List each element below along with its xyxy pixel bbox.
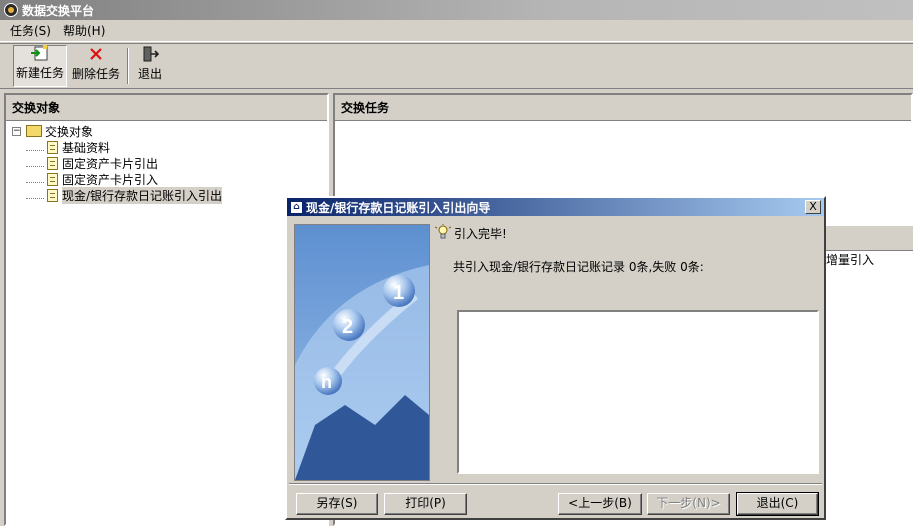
wizard-icon: ⌂ bbox=[290, 200, 303, 214]
back-button[interactable]: <上一步(B) bbox=[558, 493, 642, 515]
dialog-title-bar: ⌂ 现金/银行存款日记账引入引出向导 bbox=[287, 198, 824, 216]
svg-text:1: 1 bbox=[393, 282, 404, 304]
wizard-dialog: ⌂ 现金/银行存款日记账引入引出向导 X 1 2 n 引入完毕! 共引入现金/银… bbox=[285, 196, 826, 520]
tree-item-label: 固定资产卡片引入 bbox=[62, 172, 159, 187]
task-row-cell[interactable]: 增量引入 bbox=[824, 251, 913, 269]
exchange-object-tree: − 交换对象 基础资料 固定资产卡片引出 固定资产卡片引入 现金/银行存款日记账… bbox=[6, 121, 327, 204]
folder-icon bbox=[26, 125, 42, 137]
save-button[interactable]: 另存(S) bbox=[296, 493, 378, 515]
delete-x-icon bbox=[88, 45, 104, 63]
dialog-title: 现金/银行存款日记账引入引出向导 bbox=[306, 200, 491, 215]
next-button[interactable]: 下一步(N)> bbox=[647, 493, 730, 515]
menu-bar: 任务(S) 帮助(H) bbox=[0, 20, 913, 42]
delete-task-button[interactable]: 删除任务 bbox=[69, 45, 123, 87]
document-icon bbox=[47, 172, 58, 186]
exit-dialog-button[interactable]: 退出(C) bbox=[736, 492, 819, 516]
task-list-header bbox=[824, 225, 913, 251]
menu-task[interactable]: 任务(S) bbox=[4, 20, 57, 41]
dialog-content: 引入完毕! 共引入现金/银行存款日记账记录 0条,失败 0条: bbox=[434, 223, 820, 275]
exchange-task-header: 交换任务 bbox=[335, 95, 911, 121]
new-task-label: 新建任务 bbox=[15, 66, 64, 80]
result-log[interactable] bbox=[457, 310, 819, 474]
exchange-object-panel: 交换对象 − 交换对象 基础资料 固定资产卡片引出 固定资产卡片引入 现金/银行… bbox=[4, 93, 329, 526]
new-task-icon bbox=[30, 44, 50, 62]
tree-item-cash-journal[interactable]: 现金/银行存款日记账引入引出 bbox=[12, 186, 327, 204]
toolbar-separator bbox=[127, 48, 129, 84]
tree-root[interactable]: − 交换对象 bbox=[12, 123, 327, 139]
svg-text:n: n bbox=[321, 372, 332, 392]
tree-item-asset-export[interactable]: 固定资产卡片引出 bbox=[12, 155, 327, 171]
app-title-bar: 数据交换平台 bbox=[0, 0, 913, 20]
tree-item-label: 固定资产卡片引出 bbox=[62, 156, 159, 171]
toolbar: 新建任务 删除任务 退出 bbox=[0, 43, 913, 89]
tree-item-basic-data[interactable]: 基础资料 bbox=[12, 139, 327, 155]
document-icon bbox=[47, 140, 58, 154]
app-icon bbox=[4, 3, 18, 17]
delete-task-label: 删除任务 bbox=[71, 67, 120, 81]
exit-button[interactable]: 退出 bbox=[133, 45, 167, 87]
exit-door-icon bbox=[141, 45, 159, 63]
exchange-object-header: 交换对象 bbox=[6, 95, 327, 121]
status-text: 引入完毕! bbox=[454, 226, 507, 241]
exit-label: 退出 bbox=[137, 67, 162, 81]
lightbulb-icon bbox=[434, 223, 452, 243]
tree-root-label: 交换对象 bbox=[45, 124, 94, 139]
wizard-illustration: 1 2 n bbox=[294, 224, 430, 481]
status-row: 引入完毕! bbox=[434, 223, 820, 243]
menu-help[interactable]: 帮助(H) bbox=[57, 20, 111, 41]
tree-item-label: 基础资料 bbox=[62, 140, 111, 155]
document-icon bbox=[47, 156, 58, 170]
dialog-separator bbox=[289, 483, 822, 485]
summary-text: 共引入现金/银行存款日记账记录 0条,失败 0条: bbox=[453, 260, 704, 274]
tree-item-label-selected: 现金/银行存款日记账引入引出 bbox=[62, 186, 223, 204]
dialog-close-button[interactable]: X bbox=[805, 200, 821, 214]
task-list-partial: 增量引入 bbox=[824, 225, 913, 269]
print-button[interactable]: 打印(P) bbox=[384, 493, 467, 515]
new-task-button[interactable]: 新建任务 bbox=[13, 45, 67, 87]
collapse-icon[interactable]: − bbox=[12, 126, 21, 136]
svg-text:2: 2 bbox=[342, 316, 353, 338]
tree-item-asset-import[interactable]: 固定资产卡片引入 bbox=[12, 171, 327, 187]
app-title: 数据交换平台 bbox=[22, 3, 95, 18]
document-icon bbox=[47, 188, 58, 202]
